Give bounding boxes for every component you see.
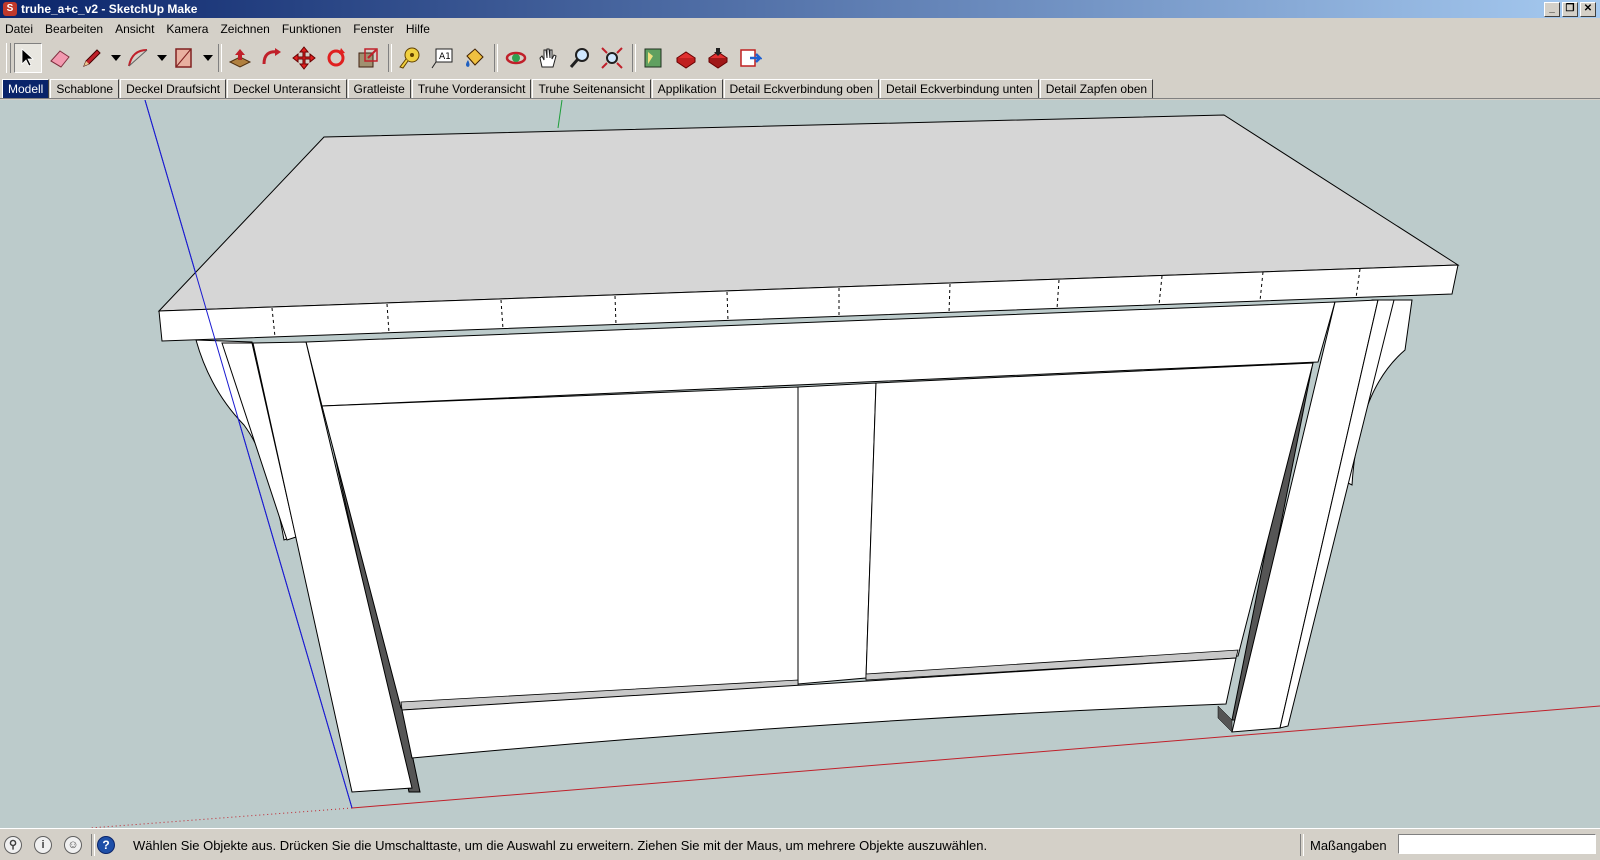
menu-bearbeiten[interactable]: Bearbeiten [39,22,109,36]
scene-tabs-bar: Modell Schablone Deckel Draufsicht Decke… [0,77,1600,99]
menu-bar: Datei Bearbeiten Ansicht Kamera Zeichnen… [0,18,1600,39]
menu-kamera[interactable]: Kamera [160,22,214,36]
credits-info-icon[interactable]: i [34,836,52,854]
menu-zeichnen[interactable]: Zeichnen [214,22,275,36]
toolbar-grip[interactable] [6,43,11,73]
follow-me-tool-icon[interactable] [258,43,286,73]
status-hint-text: Wählen Sie Objekte aus. Drücken Sie die … [133,838,988,853]
rectangle-tool-icon[interactable] [170,43,198,73]
scene-tab-detail-eckverbindung-oben[interactable]: Detail Eckverbindung oben [723,79,879,98]
green-axis [557,100,563,129]
minimize-button[interactable]: _ [1544,2,1560,17]
left-front-panel [321,386,799,709]
rectangle-dropdown-icon[interactable] [202,43,214,73]
help-icon[interactable]: ? [97,836,115,854]
title-bar: S truhe_a+c_v2 - SketchUp Make _ ❐ ✕ [0,0,1600,18]
move-tool-icon[interactable] [290,43,318,73]
menu-datei[interactable]: Datei [0,22,39,36]
red-axis-hidden [89,807,353,828]
select-tool-icon[interactable] [14,43,42,73]
model-viewport[interactable] [0,100,1600,828]
toolbar-separator [218,44,222,72]
3d-warehouse-icon[interactable] [640,43,668,73]
scene-tab-truhe-seitenansicht[interactable]: Truhe Seitenansicht [532,79,651,98]
scene-tab-detail-zapfen-oben[interactable]: Detail Zapfen oben [1039,79,1154,98]
get-models-icon[interactable] [704,43,732,73]
pencil-dropdown-icon[interactable] [110,43,122,73]
pan-tool-icon[interactable] [534,43,562,73]
text-tool-icon[interactable]: A1 [428,43,456,73]
zoom-extents-tool-icon[interactable] [598,43,626,73]
scene-tab-truhe-vorderansicht[interactable]: Truhe Vorderansicht [411,79,532,98]
pencil-line-tool-icon[interactable] [78,43,106,73]
menu-ansicht[interactable]: Ansicht [109,22,160,36]
toolbar-separator [632,44,636,72]
arc-dropdown-icon[interactable] [156,43,168,73]
scene-tab-deckel-draufsicht[interactable]: Deckel Draufsicht [120,79,227,98]
tape-measure-tool-icon[interactable] [396,43,424,73]
scene-tab-modell[interactable]: Modell [2,79,50,98]
status-divider [91,834,95,856]
right-front-panel [865,362,1314,679]
main-toolbar: A1 [0,39,1600,77]
status-divider [1300,834,1304,856]
status-bar: ⚲ i ☺ ? Wählen Sie Objekte aus. Drücken … [0,828,1600,860]
paint-bucket-tool-icon[interactable] [460,43,488,73]
scene-tab-deckel-unteransicht[interactable]: Deckel Unteransicht [227,79,347,98]
zoom-tool-icon[interactable] [566,43,594,73]
measurements-label: Maßangaben [1310,838,1387,853]
eraser-tool-icon[interactable] [46,43,74,73]
toolbar-separator [494,44,498,72]
sketchup-logo-icon: S [3,2,17,16]
scene-tab-detail-eckverbindung-unten[interactable]: Detail Eckverbindung unten [879,79,1039,98]
geo-location-icon[interactable]: ⚲ [4,836,22,854]
user-account-icon[interactable]: ☺ [64,836,82,854]
middle-stile [797,382,877,685]
window-title: truhe_a+c_v2 - SketchUp Make [21,2,198,16]
rotate-tool-icon[interactable] [322,43,350,73]
share-model-icon[interactable] [672,43,700,73]
bottom-right-shadow [1217,705,1233,733]
scene-tab-gratleiste[interactable]: Gratleiste [347,79,411,98]
menu-hilfe[interactable]: Hilfe [400,22,436,36]
push-pull-tool-icon[interactable] [226,43,254,73]
svg-text:A1: A1 [439,52,451,62]
orbit-tool-icon[interactable] [502,43,530,73]
measurements-input[interactable] [1398,834,1596,854]
restore-button[interactable]: ❐ [1562,2,1578,17]
scene-tab-applikation[interactable]: Applikation [651,79,723,98]
chest-model-drawing [89,100,1600,828]
scale-tool-icon[interactable] [354,43,382,73]
close-button[interactable]: ✕ [1580,2,1596,17]
extension-warehouse-icon[interactable] [736,43,764,73]
menu-funktionen[interactable]: Funktionen [276,22,347,36]
toolbar-separator [388,44,392,72]
arc-tool-icon[interactable] [124,43,152,73]
scene-tab-schablone[interactable]: Schablone [50,79,120,98]
menu-fenster[interactable]: Fenster [347,22,400,36]
